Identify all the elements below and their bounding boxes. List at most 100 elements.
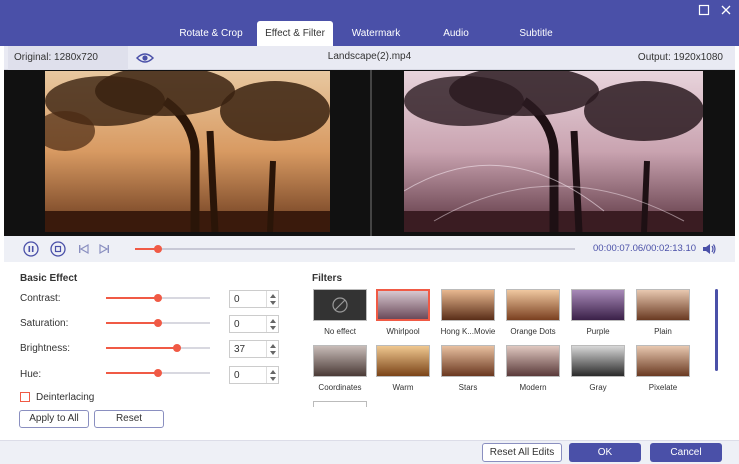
gray-thumbnail [571,345,625,377]
hue-slider[interactable] [106,369,210,377]
arrow-down-icon[interactable] [270,326,276,330]
filter-coordinates[interactable]: Coordinates [313,345,367,392]
volume-icon[interactable] [701,241,717,257]
close-icon[interactable] [719,4,733,18]
output-video-preview [404,71,703,232]
stepper-arrows[interactable] [266,316,278,332]
filter-thumbnail-partial[interactable] [313,401,367,407]
apply-to-all-button[interactable]: Apply to All [19,410,89,428]
contrast-slider-handle[interactable] [154,294,162,302]
previous-frame-icon[interactable] [76,241,92,257]
hue-slider-handle[interactable] [154,369,162,377]
filter-warm[interactable]: Warm [376,345,430,392]
filters-title: Filters [312,273,343,284]
filter-stars[interactable]: Stars [441,345,495,392]
hue-stepper[interactable]: 0 [229,366,279,384]
original-video-preview [45,71,330,232]
tab-audio[interactable]: Audio [430,21,482,46]
filter-label: Coordinates [318,383,362,392]
saturation-value[interactable]: 0 [234,319,240,330]
contrast-label: Contrast: [20,293,61,304]
tab-subtitle[interactable]: Subtitle [508,21,564,46]
playback-controls: 00:00:07.06/00:02:13.10 [4,236,735,262]
arrow-down-icon[interactable] [270,377,276,381]
filter-label: Orange Dots [510,327,556,336]
saturation-stepper[interactable]: 0 [229,315,279,333]
arrow-up-icon[interactable] [270,344,276,348]
brightness-stepper[interactable]: 37 [229,340,279,358]
info-bar: Original: 1280x720 Landscape(2).mp4 Outp… [4,46,735,70]
filter-label: Gray [589,383,607,392]
pixelate-thumbnail [636,345,690,377]
filter-hong-kong-movie[interactable]: Hong K...Movie [441,289,495,336]
no-effect-icon [332,297,348,313]
deinterlacing-checkbox[interactable] [20,392,30,402]
saturation-slider-handle[interactable] [154,319,162,327]
reset-button[interactable]: Reset [94,410,164,428]
ok-button[interactable]: OK [569,443,641,462]
cancel-button[interactable]: Cancel [650,443,722,462]
filter-plain[interactable]: Plain [636,289,690,336]
plain-thumbnail [636,289,690,321]
arrow-up-icon[interactable] [270,370,276,374]
arrow-up-icon[interactable] [270,319,276,323]
coordinates-thumbnail [313,345,367,377]
tab-rotate-crop[interactable]: Rotate & Crop [170,21,252,46]
filter-label: Hong K...Movie [440,327,496,336]
next-frame-icon[interactable] [96,241,112,257]
stars-thumbnail [441,345,495,377]
orange-dots-thumbnail [506,289,560,321]
filter-label: Warm [392,383,414,392]
hong-kong-movie-thumbnail [441,289,495,321]
filter-whirlpool[interactable]: Whirlpool [376,289,430,336]
contrast-slider-fill [106,297,158,299]
filter-no-effect[interactable]: No effect [313,289,367,336]
filter-label: Pixelate [648,383,678,392]
tab-effect-filter[interactable]: Effect & Filter [257,21,333,46]
brightness-slider[interactable] [106,344,210,352]
video-preview-area [4,70,735,236]
deinterlacing-label: Deinterlacing [36,392,95,403]
filter-label: Stars [458,383,478,392]
filters-scrollbar[interactable] [715,289,718,371]
contrast-value[interactable]: 0 [234,294,240,305]
stepper-arrows[interactable] [266,367,278,383]
maximize-icon[interactable] [697,4,711,18]
output-resolution: Output: 1920x1080 [637,52,723,63]
hue-slider-fill [106,372,158,374]
reset-all-edits-button[interactable]: Reset All Edits [482,443,562,462]
filter-purple[interactable]: Purple [571,289,625,336]
filter-label: No effect [324,327,356,336]
brightness-label: Brightness: [20,343,71,354]
arrow-down-icon[interactable] [270,351,276,355]
timecode: 00:00:07.06/00:02:13.10 [593,243,697,254]
stepper-arrows[interactable] [266,291,278,307]
warm-thumbnail [376,345,430,377]
brightness-slider-fill [106,347,177,349]
filter-label: Modern [519,383,547,392]
contrast-slider[interactable] [106,294,210,302]
tab-watermark[interactable]: Watermark [343,21,409,46]
brightness-slider-handle[interactable] [172,344,181,352]
pause-icon[interactable] [23,241,39,257]
stepper-arrows[interactable] [266,341,278,357]
stop-icon[interactable] [50,241,66,257]
filter-orange-dots[interactable]: Orange Dots [506,289,560,336]
contrast-stepper[interactable]: 0 [229,290,279,308]
filter-gray[interactable]: Gray [571,345,625,392]
saturation-slider[interactable] [106,319,210,327]
hue-value[interactable]: 0 [234,370,240,381]
saturation-label: Saturation: [20,318,69,329]
filter-pixelate[interactable]: Pixelate [636,345,690,392]
arrow-down-icon[interactable] [270,301,276,305]
tab-bar: Rotate & Crop Effect & Filter Watermark … [0,0,739,46]
whirlpool-thumbnail [376,289,430,321]
progress-handle[interactable] [154,245,163,253]
modern-thumbnail [506,345,560,377]
no-effect-thumbnail [313,289,367,321]
arrow-up-icon[interactable] [270,294,276,298]
progress-bar[interactable] [135,245,575,253]
filter-label: Purple [586,327,610,336]
filter-modern[interactable]: Modern [506,345,560,392]
brightness-value[interactable]: 37 [234,344,245,355]
